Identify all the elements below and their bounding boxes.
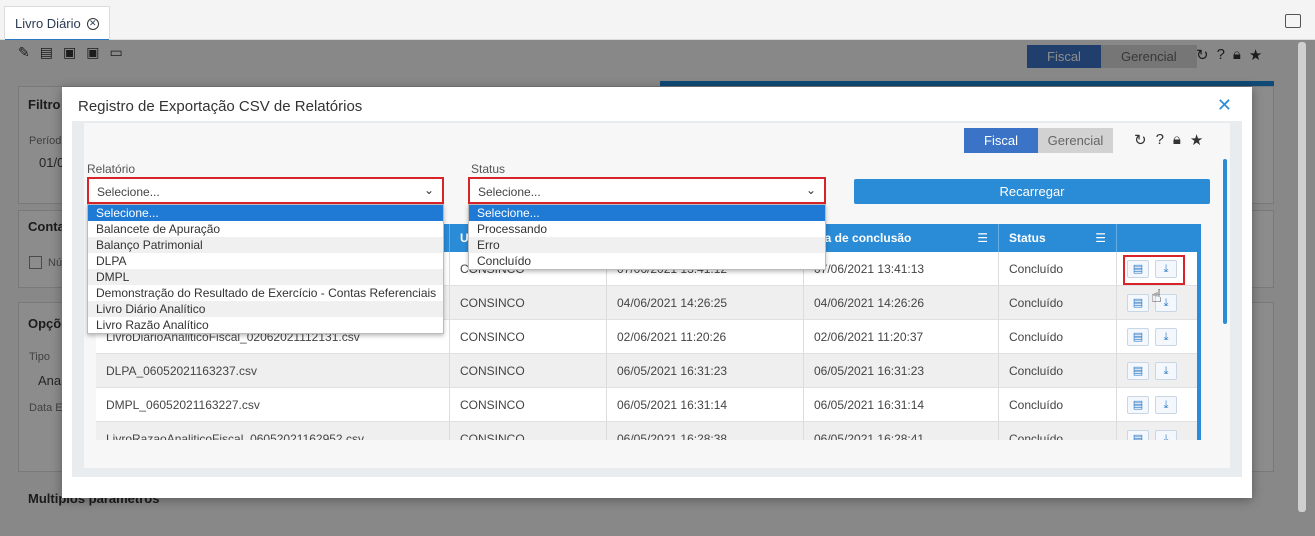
cell-conclusao: 04/06/2021 14:26:26 xyxy=(804,286,999,320)
cell-conclusao: 07/06/2021 13:41:13 xyxy=(804,252,999,286)
column-menu-icon[interactable]: ☰ xyxy=(977,224,988,252)
table-row[interactable]: DLPA_06052021163237.csv CONSINCO 06/05/202… xyxy=(96,354,1197,388)
download-icon[interactable]: ⤓ xyxy=(1155,362,1177,380)
cell-usuario: CONSINCO xyxy=(450,320,607,354)
cell-status: Concluído xyxy=(999,354,1117,388)
modal-body: Fiscal Gerencial ↻ ? 🔒︎ ★ Relatório Sele… xyxy=(72,121,1242,477)
tab-label: Livro Diário xyxy=(15,16,81,31)
cell-status: Concluído xyxy=(999,388,1117,422)
cell-arquivo: LivroRazaoAnaliticoFiscal_06052021162952… xyxy=(96,422,450,440)
view-file-icon[interactable]: ▤ xyxy=(1127,328,1149,346)
cell-conclusao: 02/06/2021 11:20:37 xyxy=(804,320,999,354)
dropdown-option[interactable]: Selecione... xyxy=(88,205,443,221)
view-file-icon[interactable]: ▤ xyxy=(1127,294,1149,312)
dropdown-option[interactable]: DMPL xyxy=(88,269,443,285)
cell-status: Concluído xyxy=(999,252,1117,286)
chevron-down-icon: ⌄ xyxy=(805,183,816,197)
table-row[interactable]: DMPL_06052021163227.csv CONSINCO 06/05/202… xyxy=(96,388,1197,422)
header-status[interactable]: Status ☰ xyxy=(999,224,1117,252)
relatorio-dropdown-list: Selecione... Balancete de Apuração Balanço… xyxy=(87,204,444,334)
header-conclusao-label: ata de conclusão xyxy=(814,231,912,245)
close-icon[interactable]: ✕ xyxy=(1217,95,1232,116)
dropdown-option[interactable]: Livro Diário Analítico xyxy=(88,301,443,317)
dropdown-option[interactable]: Processando xyxy=(469,221,825,237)
lock-icon[interactable]: 🔒︎ xyxy=(1173,131,1181,149)
relatorio-select-value: Selecione... xyxy=(97,185,160,199)
cell-arquivo: DLPA_06052021163237.csv xyxy=(96,354,450,388)
window-list-icon[interactable] xyxy=(1285,14,1301,28)
cell-inicio: 04/06/2021 14:26:25 xyxy=(607,286,804,320)
view-file-icon[interactable]: ▤ xyxy=(1127,362,1149,380)
cell-inicio: 02/06/2021 11:20:26 xyxy=(607,320,804,354)
download-icon[interactable]: ⤓ xyxy=(1155,430,1177,440)
column-menu-icon[interactable]: ☰ xyxy=(1095,224,1106,252)
cell-usuario: CONSINCO xyxy=(450,422,607,440)
modal-title: Registro de Exportação CSV de Relatórios xyxy=(78,98,363,115)
dropdown-option[interactable]: Balanço Patrimonial xyxy=(88,237,443,253)
cell-inicio: 06/05/2021 16:31:14 xyxy=(607,388,804,422)
cell-usuario: CONSINCO xyxy=(450,286,607,320)
download-icon[interactable]: ⤓ xyxy=(1155,396,1177,414)
export-log-modal: Registro de Exportação CSV de Relatórios… xyxy=(62,87,1252,498)
relatorio-label: Relatório xyxy=(87,162,136,176)
relatorio-select[interactable]: Selecione... ⌄ xyxy=(87,177,444,204)
dropdown-option[interactable]: DLPA xyxy=(88,253,443,269)
cell-status: Concluído xyxy=(999,320,1117,354)
view-file-icon[interactable]: ▤ xyxy=(1127,430,1149,440)
highlight-box xyxy=(1123,255,1185,285)
cell-status: Concluído xyxy=(999,286,1117,320)
cell-status: Concluído xyxy=(999,422,1117,440)
table-row[interactable]: LivroRazaoAnaliticoFiscal_06052021162952… xyxy=(96,422,1197,440)
dropdown-option[interactable]: Erro xyxy=(469,237,825,253)
gerencial-button[interactable]: Gerencial xyxy=(1038,128,1113,153)
modal-header-icons: ↻ ? 🔒︎ ★ xyxy=(1134,131,1203,149)
tab-livro-diario[interactable]: Livro Diário ✕ xyxy=(4,6,110,41)
modal-inner-panel: Fiscal Gerencial ↻ ? 🔒︎ ★ Relatório Sele… xyxy=(84,123,1230,468)
tab-bar: Livro Diário ✕ xyxy=(0,0,1315,41)
help-icon[interactable]: ? xyxy=(1156,131,1164,149)
cell-usuario: CONSINCO xyxy=(450,354,607,388)
header-conclusao[interactable]: ata de conclusão ☰ xyxy=(804,224,999,252)
cell-usuario: CONSINCO xyxy=(450,388,607,422)
close-circle-icon[interactable]: ✕ xyxy=(86,17,99,30)
status-select[interactable]: Selecione... ⌄ xyxy=(468,177,826,204)
star-icon[interactable]: ★ xyxy=(1190,131,1203,149)
modal-scrollbar[interactable] xyxy=(1223,159,1227,324)
status-dropdown-list: Selecione... Processando Erro Concluído xyxy=(468,204,826,270)
cell-arquivo: DMPL_06052021163227.csv xyxy=(96,388,450,422)
dropdown-option[interactable]: Concluído xyxy=(469,253,825,269)
status-label: Status xyxy=(471,162,506,176)
dropdown-option[interactable]: Balancete de Apuração xyxy=(88,221,443,237)
refresh-icon[interactable]: ↻ xyxy=(1134,131,1147,149)
cell-conclusao: 06/05/2021 16:28:41 xyxy=(804,422,999,440)
chevron-down-icon: ⌄ xyxy=(423,183,434,197)
page-scrollbar[interactable] xyxy=(1298,42,1306,512)
download-icon[interactable]: ⤓ xyxy=(1155,328,1177,346)
cell-inicio: 06/05/2021 16:28:38 xyxy=(607,422,804,440)
table-scrollbar[interactable] xyxy=(1197,224,1201,440)
header-acoes xyxy=(1117,224,1197,252)
cell-conclusao: 06/05/2021 16:31:23 xyxy=(804,354,999,388)
header-status-label: Status xyxy=(1009,231,1046,245)
status-select-value: Selecione... xyxy=(478,185,541,199)
cell-conclusao: 06/05/2021 16:31:14 xyxy=(804,388,999,422)
dropdown-option[interactable]: Selecione... xyxy=(469,205,825,221)
fiscal-button[interactable]: Fiscal xyxy=(964,128,1038,153)
mode-toggle: Fiscal Gerencial xyxy=(964,128,1113,153)
cell-inicio: 06/05/2021 16:31:23 xyxy=(607,354,804,388)
reload-button[interactable]: Recarregar xyxy=(854,179,1210,204)
hand-cursor-icon: ☝ xyxy=(1151,286,1162,306)
view-file-icon[interactable]: ▤ xyxy=(1127,396,1149,414)
dropdown-option[interactable]: Demonstração do Resultado de Exercício -… xyxy=(88,285,443,301)
dropdown-option[interactable]: Livro Razão Analítico xyxy=(88,317,443,333)
